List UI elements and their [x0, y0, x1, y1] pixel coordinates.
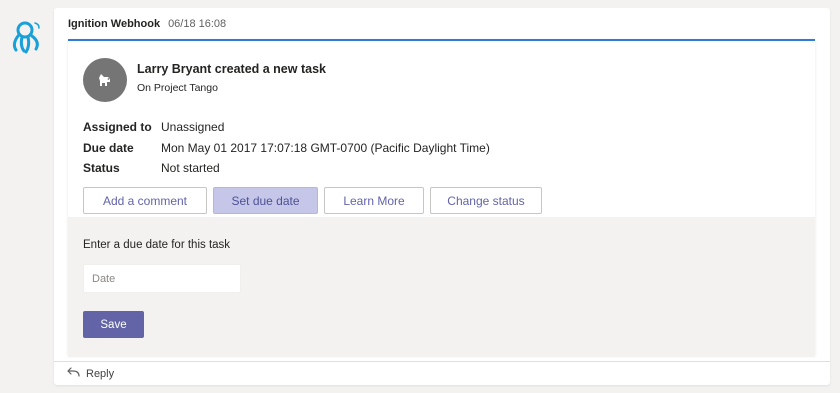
- fact-row-status: Status Not started: [83, 158, 490, 179]
- learn-more-button[interactable]: Learn More: [324, 187, 424, 214]
- date-input[interactable]: [83, 264, 241, 293]
- message-header: Ignition Webhook 06/18 16:08: [68, 18, 226, 30]
- reply-label[interactable]: Reply: [86, 368, 114, 380]
- fact-row-assigned: Assigned to Unassigned: [83, 117, 490, 138]
- fact-value: Mon May 01 2017 17:07:18 GMT-0700 (Pacif…: [161, 140, 490, 155]
- fact-value: Not started: [161, 161, 220, 176]
- add-comment-button[interactable]: Add a comment: [83, 187, 207, 214]
- bot-logo-icon: [8, 18, 46, 56]
- due-date-prompt: Enter a due date for this task: [83, 239, 231, 251]
- set-due-date-button[interactable]: Set due date: [213, 187, 318, 214]
- due-date-form: Enter a due date for this task Save: [68, 217, 815, 357]
- sender-name[interactable]: Ignition Webhook: [68, 18, 160, 30]
- card-title: Larry Bryant created a new task: [137, 62, 326, 76]
- change-status-button[interactable]: Change status: [430, 187, 542, 214]
- task-card-summary: Larry Bryant created a new task On Proje…: [68, 41, 815, 215]
- save-button[interactable]: Save: [83, 311, 144, 338]
- fact-row-due-date: Due date Mon May 01 2017 17:07:18 GMT-07…: [83, 138, 490, 159]
- task-card: Larry Bryant created a new task On Proje…: [68, 39, 815, 357]
- card-actions: Add a comment Set due date Learn More Ch…: [83, 187, 542, 214]
- dog-avatar-icon: [83, 58, 127, 102]
- message-timestamp: 06/18 16:08: [168, 18, 227, 30]
- fact-key: Status: [83, 161, 120, 176]
- message-card: Ignition Webhook 06/18 16:08 Larry Bryan…: [54, 8, 830, 385]
- fact-key: Assigned to: [83, 120, 152, 135]
- reply-arrow-icon: [66, 367, 80, 380]
- reply-bar[interactable]: Reply: [54, 361, 830, 385]
- card-subtitle: On Project Tango: [137, 82, 218, 94]
- fact-set: Assigned to Unassigned Due date Mon May …: [83, 117, 490, 179]
- fact-value: Unassigned: [161, 120, 225, 135]
- fact-key: Due date: [83, 140, 134, 155]
